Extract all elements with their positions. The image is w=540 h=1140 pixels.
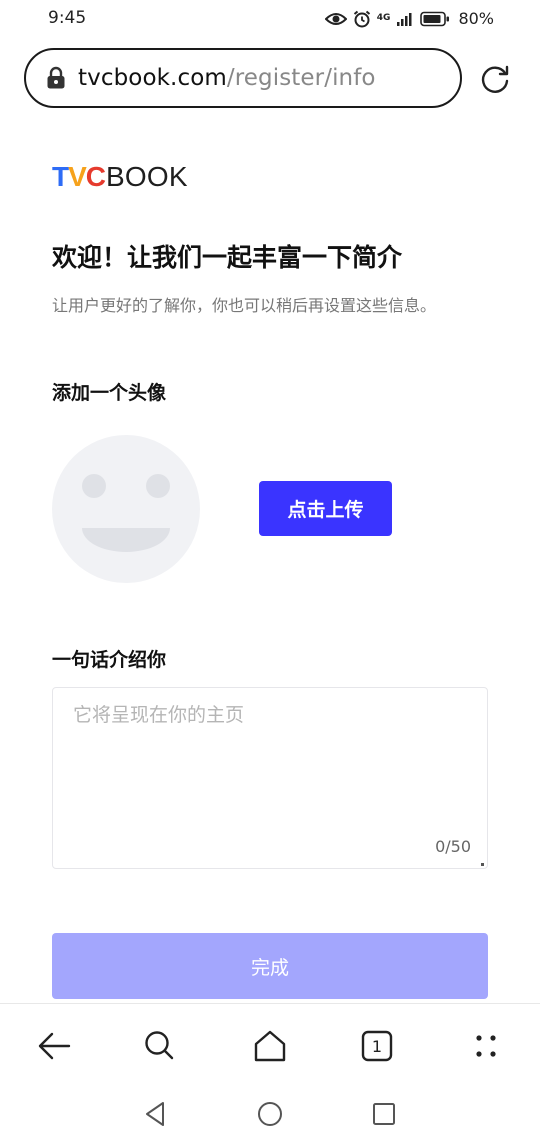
search-button[interactable] bbox=[140, 1026, 180, 1066]
logo-letter-t: T bbox=[52, 161, 69, 192]
network-label: 4G bbox=[376, 13, 391, 23]
nav-recents-button[interactable] bbox=[369, 1099, 399, 1129]
tvcbook-logo: T V C BOOK bbox=[52, 161, 188, 193]
logo-letter-c: C bbox=[85, 161, 106, 192]
url-host: tvcbook.com bbox=[78, 65, 227, 91]
resize-handle[interactable] bbox=[481, 863, 484, 866]
eye-icon bbox=[324, 12, 347, 25]
avatar-placeholder bbox=[52, 435, 200, 583]
refresh-icon[interactable] bbox=[478, 62, 512, 96]
nav-home-button[interactable] bbox=[255, 1099, 285, 1129]
avatar-heading: 添加一个头像 bbox=[52, 382, 167, 404]
nav-recents-icon bbox=[373, 1103, 395, 1125]
status-time: 9:45 bbox=[48, 8, 87, 28]
nav-back-icon bbox=[146, 1102, 164, 1126]
intro-textarea[interactable] bbox=[53, 688, 487, 868]
back-arrow-icon bbox=[38, 1032, 71, 1060]
smiley-face-icon bbox=[82, 474, 170, 552]
logo-mark: T V C bbox=[52, 161, 106, 193]
url-path: /register/info bbox=[226, 65, 376, 91]
more-icon bbox=[476, 1035, 496, 1057]
logo-letter-v: V bbox=[68, 161, 87, 192]
logo-wordmark: BOOK bbox=[106, 161, 188, 192]
alarm-icon bbox=[353, 10, 370, 27]
status-icons: 4G 80% bbox=[324, 9, 494, 28]
lock-icon bbox=[47, 66, 65, 89]
url-text: tvcbook.com/register/info bbox=[78, 65, 376, 91]
home-icon bbox=[254, 1030, 286, 1062]
home-button[interactable] bbox=[250, 1026, 290, 1066]
finish-button[interactable]: 完成 bbox=[52, 933, 488, 999]
nav-home-icon bbox=[258, 1102, 282, 1126]
search-icon bbox=[145, 1031, 174, 1060]
battery-icon bbox=[420, 11, 450, 26]
back-button[interactable] bbox=[34, 1026, 74, 1066]
signal-icon bbox=[397, 12, 412, 26]
page-subtitle: 让用户更好的了解你，你也可以稍后再设置这些信息。 bbox=[52, 296, 437, 315]
status-bar: 9:45 4G 80% bbox=[0, 0, 540, 38]
address-bar[interactable]: tvcbook.com/register/info bbox=[24, 48, 462, 108]
nav-back-button[interactable] bbox=[140, 1099, 170, 1129]
tab-count: 1 bbox=[371, 1036, 383, 1056]
page-title: 欢迎！让我们一起丰富一下简介 bbox=[52, 243, 403, 272]
intro-heading: 一句话介绍你 bbox=[52, 649, 167, 671]
intro-field: 0/50 bbox=[52, 687, 488, 869]
browser-toolbar: 1 bbox=[0, 1003, 540, 1085]
char-counter: 0/50 bbox=[435, 837, 471, 856]
more-button[interactable] bbox=[466, 1026, 506, 1066]
system-nav-bar bbox=[0, 1085, 540, 1140]
tabs-button[interactable]: 1 bbox=[357, 1026, 397, 1066]
upload-avatar-button[interactable]: 点击上传 bbox=[259, 481, 392, 536]
battery-percent: 80% bbox=[458, 9, 494, 28]
